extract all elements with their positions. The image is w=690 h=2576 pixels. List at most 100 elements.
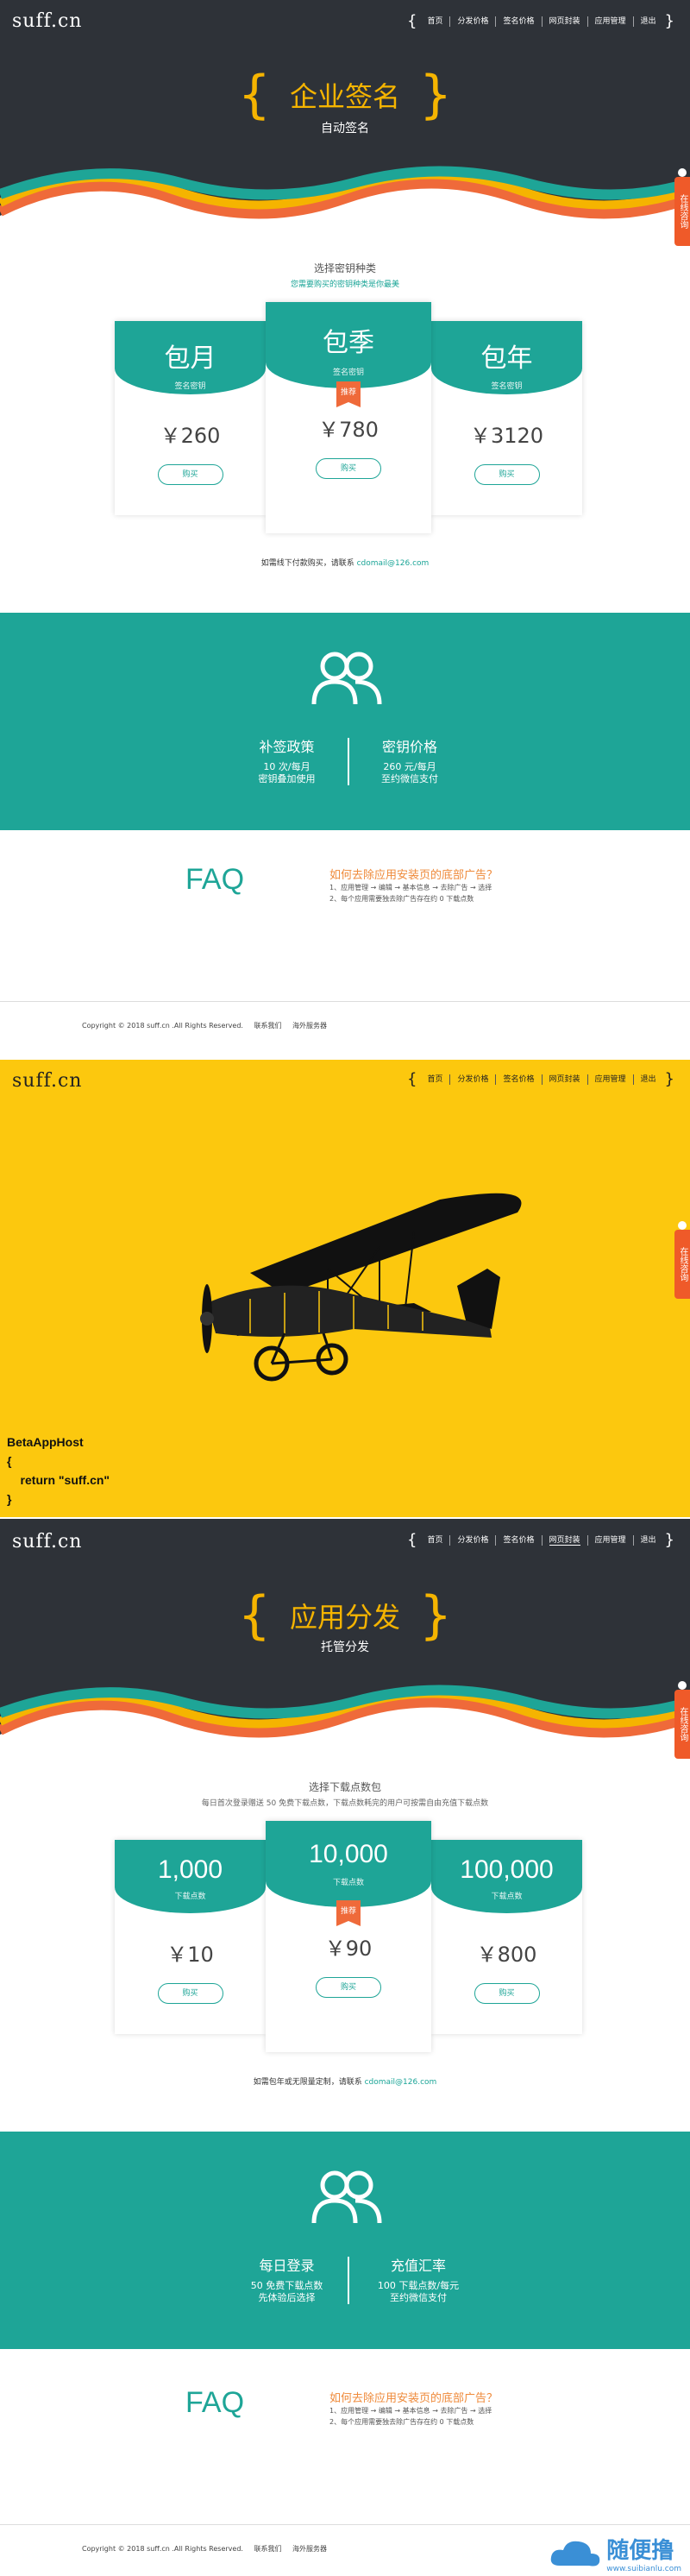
policy-right-line1: 260 元/每月 [383, 761, 436, 772]
nav-app-manage[interactable]: 应用管理 [586, 16, 633, 27]
top-nav-3: { 首页 分发价格 签名价格 网页封装 应用管理 退出 } [407, 1531, 674, 1549]
code-line-4: } [7, 1492, 12, 1506]
policy-left-title: 补签政策 [259, 739, 315, 755]
watermark-text: 随便撸 [606, 2538, 674, 2564]
online-consult-tab-1[interactable]: 在线咨询 [674, 177, 690, 246]
page-subtitle-3: 托管分发 [321, 1641, 369, 1654]
nav-home[interactable]: 首页 [420, 1535, 449, 1546]
buy-button[interactable]: 购买 [316, 458, 381, 479]
watermark-logo: 随便撸 www.suibianlu.com [549, 2533, 681, 2573]
policy-right-title: 充值汇率 [390, 2258, 446, 2274]
footer-copyright: Copyright © 2018 suff.cn .All Rights Res… [82, 1022, 243, 1030]
buy-button[interactable]: 购买 [316, 1977, 381, 1998]
contact-email-link[interactable]: cdomail@126.com [357, 559, 430, 568]
nav-sign-price[interactable]: 签名价格 [495, 16, 541, 27]
plan-head: 包年 签名密钥 [431, 321, 582, 394]
nav-home[interactable]: 首页 [420, 1074, 449, 1085]
nav-web-wrap[interactable]: 网页封装 [541, 1074, 587, 1085]
buy-button[interactable]: 购买 [157, 1983, 223, 2004]
plan-price: ￥780 [318, 418, 379, 442]
choose-title-1: 选择密钥种类 [313, 262, 376, 274]
logo-3[interactable]: suff.cn [12, 1531, 82, 1553]
plan-name: 包月 [164, 343, 216, 374]
plan-price: ￥90 [324, 1937, 373, 1961]
choose-sub-3: 每日首次登录赠送 50 免费下载点数，下载点数耗完的用户可按需自由充值下载点数 [201, 1799, 489, 1808]
logo[interactable]: suff.cn [12, 10, 82, 32]
choose-sub-1: 您需要购买的密钥种类是你最美 [290, 280, 399, 289]
policy-right-line1: 100 下载点数/每元 [377, 2280, 460, 2291]
nav-dist-price[interactable]: 分发价格 [449, 1534, 495, 1546]
airplane-illustration [200, 1193, 522, 1382]
cloud-icon [550, 2541, 600, 2566]
online-consult-tab-3[interactable]: 在线咨询 [674, 1690, 690, 1759]
plan-price: ￥260 [160, 424, 221, 448]
nav-brace-close: } [664, 12, 674, 30]
nav-logout[interactable]: 退出 [632, 16, 663, 27]
nav-home[interactable]: 首页 [420, 16, 449, 27]
contact-text: 如需线下付款购买，请联系 [260, 559, 354, 568]
contact-email-link[interactable]: cdomail@126.com [365, 2078, 437, 2087]
nav-web-wrap[interactable]: 网页封装 [541, 16, 587, 27]
nav-brace: { [407, 12, 417, 30]
wave-bottom-white [0, 220, 690, 229]
footer-contact-link[interactable]: 联系我们 [254, 1022, 282, 1030]
code-line-1: BetaAppHost [7, 1435, 84, 1449]
policy-divider-3 [348, 2257, 349, 2304]
plan-unit: 签名密钥 [174, 382, 206, 391]
nav-brace-close: } [664, 1531, 674, 1549]
plan-unit: 下载点数 [174, 1893, 206, 1901]
side-dot-2 [678, 1221, 687, 1230]
contact-text: 如需包年或无限量定制，请联系 [253, 2078, 362, 2087]
faq-question-1[interactable]: 如何去除应用安装页的底部广告？ [329, 866, 498, 882]
footer-server-link[interactable]: 海外服务器 [292, 2545, 327, 2553]
footer-contact-link[interactable]: 联系我们 [254, 2545, 282, 2553]
faq-answer-3b: 2、每个应用需要独去除广告存在约 0 下载点数 [329, 2418, 474, 2426]
policy-left-line2: 先体验后选择 [258, 2292, 316, 2303]
faq-answer-1a: 1、应用管理 → 编辑 → 基本信息 → 去除广告 → 选择 [329, 884, 492, 891]
plan-name: 包年 [480, 343, 533, 374]
faq-heading-3: FAQ [185, 2386, 245, 2419]
footer-server-link[interactable]: 海外服务器 [292, 1022, 327, 1030]
logo-2[interactable]: suff.cn [12, 1070, 82, 1092]
nav-brace: { [407, 1070, 417, 1088]
nav-brace-close: } [664, 1070, 674, 1088]
code-line-2: { [7, 1454, 12, 1468]
online-consult-tab-2[interactable]: 在线咨询 [674, 1230, 690, 1299]
buy-button[interactable]: 购买 [474, 1983, 540, 2004]
recommend-ribbon: 推荐 [336, 381, 361, 407]
nav-logout[interactable]: 退出 [632, 1534, 663, 1546]
nav-dist-price[interactable]: 分发价格 [449, 1074, 495, 1085]
policy-left: 补签政策 10 次/每月 密钥叠加使用 [216, 735, 358, 785]
top-nav-2: { 首页 分发价格 签名价格 网页封装 应用管理 退出 } [407, 1070, 674, 1088]
footer-copyright: Copyright © 2018 suff.cn .All Rights Res… [82, 2545, 243, 2553]
top-nav-1: { 首页 分发价格 签名价格 网页封装 应用管理 退出 } [407, 12, 674, 30]
faq-question-3[interactable]: 如何去除应用安装页的底部广告？ [329, 2389, 498, 2405]
nav-sign-price[interactable]: 签名价格 [495, 1074, 541, 1085]
page-title: 企业签名 [289, 80, 400, 113]
policy-right-line2: 至约微信支付 [390, 2292, 447, 2303]
code-line-3: return "suff.cn" [7, 1473, 110, 1487]
nav-sign-price[interactable]: 签名价格 [495, 1534, 541, 1546]
policy-right-title: 密钥价格 [381, 739, 437, 755]
nav-logout[interactable]: 退出 [632, 1074, 663, 1085]
plan-name: 100,000 [460, 1855, 554, 1884]
faq-heading-1: FAQ [185, 863, 245, 896]
plan-unit: 下载点数 [332, 1879, 364, 1887]
policy-right-line2: 至约微信支付 [381, 773, 438, 784]
plan-card-10000: 10,000 下载点数 推荐 ￥90 购买 [266, 1821, 431, 2052]
faq-answer-3a: 1、应用管理 → 编辑 → 基本信息 → 去除广告 → 选择 [329, 2407, 492, 2415]
plan-card-yearly: 包年 签名密钥 ￥3120 购买 [431, 321, 582, 515]
policy-divider [348, 738, 349, 785]
plan-price: ￥3120 [469, 424, 544, 448]
nav-app-manage[interactable]: 应用管理 [586, 1074, 633, 1085]
nav-app-manage[interactable]: 应用管理 [586, 1534, 633, 1546]
buy-button[interactable]: 购买 [474, 464, 540, 485]
plan-head: 包月 签名密钥 [115, 321, 266, 394]
nav-dist-price[interactable]: 分发价格 [449, 16, 495, 27]
nav-web-wrap[interactable]: 网页封装 [541, 1534, 587, 1546]
plan-head: 100,000 下载点数 [431, 1840, 582, 1913]
buy-button[interactable]: 购买 [157, 464, 223, 485]
wave-decoration-3 [0, 1685, 690, 1743]
plan-head: 1,000 下载点数 [115, 1840, 266, 1913]
policy-left-line2: 密钥叠加使用 [258, 773, 316, 784]
